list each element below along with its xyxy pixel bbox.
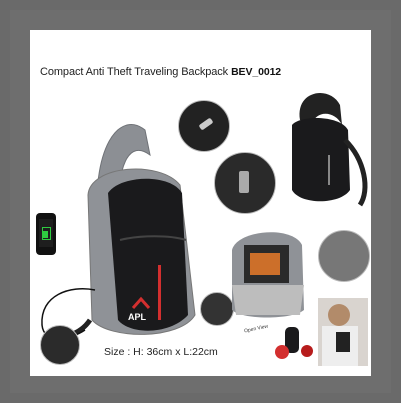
- side-pocket-detail-circle: [318, 230, 370, 282]
- model-photo: [318, 298, 368, 366]
- usb-port-detail-circle: [178, 100, 230, 152]
- black-backpack-photo: [292, 93, 368, 207]
- open-view-label: Open View: [243, 323, 269, 335]
- product-title-text: Compact Anti Theft Traveling Backpack: [40, 66, 229, 78]
- product-code: BEV_0012: [231, 66, 282, 78]
- phone-charging-icon: [36, 213, 56, 255]
- zipper-lock-icon: [239, 171, 249, 193]
- open-view-photo: [232, 232, 304, 318]
- color-variants-photo: [275, 325, 320, 365]
- product-title: Compact Anti Theft Traveling Backpack BE…: [40, 66, 281, 78]
- zipper-lock-detail-circle: [214, 152, 276, 214]
- brand-logo: APL: [128, 312, 146, 322]
- product-image: Compact Anti Theft Traveling Backpack BE…: [30, 30, 371, 376]
- size-text: Size : H: 36cm x L:22cm: [104, 346, 218, 358]
- bottom-strap-detail-circle: [40, 325, 80, 365]
- usb-port-icon: [198, 117, 214, 131]
